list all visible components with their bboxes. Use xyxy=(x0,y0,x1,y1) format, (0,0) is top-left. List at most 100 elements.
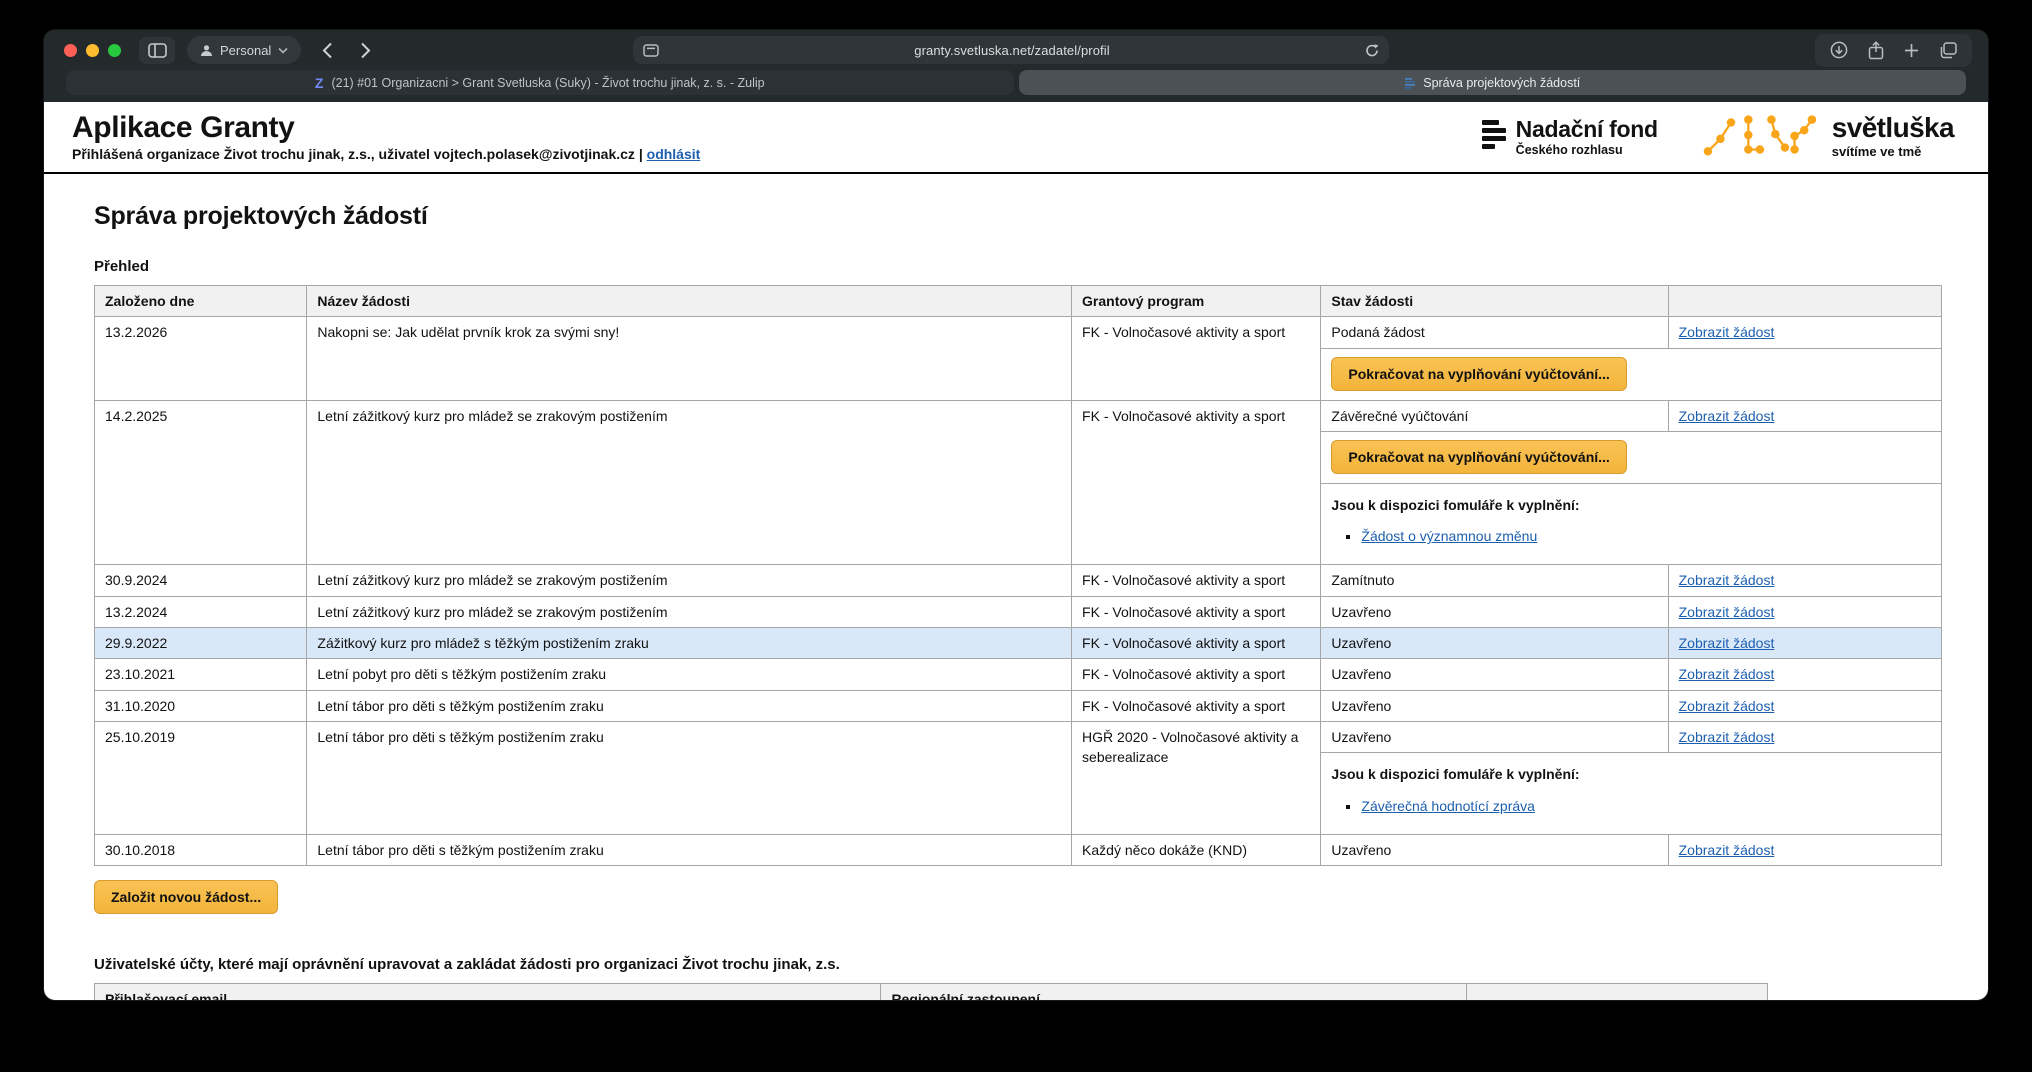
view-application-link[interactable]: Zobrazit žádost xyxy=(1679,324,1775,340)
form-list-item: Žádost o významnou změnu xyxy=(1361,526,1931,546)
application-row: 13.2.2024Letní zážitkový kurz pro mládež… xyxy=(95,596,1942,627)
continue-settlement-button[interactable]: Pokračovat na vyplňování vyúčtování... xyxy=(1331,357,1626,391)
person-icon xyxy=(200,44,213,57)
cell-program: Každý něco dokáže (KND) xyxy=(1072,834,1321,865)
cell-status: Uzavřeno xyxy=(1321,596,1668,627)
cell-program: HGŘ 2020 - Volnočasové aktivity a sebere… xyxy=(1072,721,1321,834)
share-button[interactable] xyxy=(1868,41,1884,60)
col-header-program: Grantový program xyxy=(1072,286,1321,317)
cell-actions: Zobrazit žádost xyxy=(1668,659,1941,690)
new-tab-button[interactable] xyxy=(1904,43,1919,58)
col-header-status: Stav žádosti xyxy=(1321,286,1668,317)
cell-name: Letní tábor pro děti s těžkým postižením… xyxy=(307,690,1072,721)
tab-zulip[interactable]: Z (21) #01 Organizacni > Grant Svetluska… xyxy=(66,70,1014,95)
cell-continue: Pokračovat na vyplňování vyúčtování... xyxy=(1321,348,1942,400)
back-button[interactable] xyxy=(313,36,341,64)
tabs-overview-icon xyxy=(1939,42,1957,59)
cell-forms: Jsou k dispozici fomuláře k vyplnění: Žád… xyxy=(1321,483,1942,565)
view-application-link[interactable]: Zobrazit žádost xyxy=(1679,635,1775,651)
forms-list: Závěrečná hodnotící zpráva xyxy=(1361,796,1931,816)
reload-icon xyxy=(1365,43,1379,58)
downloads-button[interactable] xyxy=(1830,41,1848,59)
applications-table-header-row: Založeno dne Název žádosti Grantový prog… xyxy=(95,286,1942,317)
site-header: Aplikace Granty Přihlášená organizace Ži… xyxy=(44,102,1988,174)
view-application-link[interactable]: Zobrazit žádost xyxy=(1679,729,1775,745)
cell-program: FK - Volnočasové aktivity a sport xyxy=(1072,565,1321,596)
close-window-button[interactable] xyxy=(64,44,77,57)
cell-date: 13.2.2026 xyxy=(95,317,307,400)
tab-overview-button[interactable] xyxy=(1939,42,1957,59)
users-table: Přihlašovací email Regionální zastoupení… xyxy=(94,983,1768,1000)
application-row: 30.9.2024Letní zážitkový kurz pro mládež… xyxy=(95,565,1942,596)
application-row: 13.2.2026Nakopni se: Jak udělat prvník k… xyxy=(95,317,1942,348)
chevron-down-icon xyxy=(278,47,288,54)
page-content: Aplikace Granty Přihlášená organizace Ži… xyxy=(44,102,1988,1000)
cell-date: 23.10.2021 xyxy=(95,659,307,690)
svetluska-logo: světluška svítíme ve tmě xyxy=(1698,110,1954,162)
application-row: 23.10.2021Letní pobyt pro děti s těžkým … xyxy=(95,659,1942,690)
profile-menu-button[interactable]: Personal xyxy=(187,36,301,64)
page-icon xyxy=(643,44,659,57)
cell-date: 14.2.2025 xyxy=(95,400,307,565)
cell-status: Podaná žádost xyxy=(1321,317,1668,348)
cell-program: FK - Volnočasové aktivity a sport xyxy=(1072,317,1321,400)
application-row: 25.10.2019Letní tábor pro děti s těžkým … xyxy=(95,721,1942,752)
minimize-window-button[interactable] xyxy=(86,44,99,57)
tab-zulip-label: (21) #01 Organizacni > Grant Svetluska (… xyxy=(331,76,764,90)
site-header-left: Aplikace Granty Přihlášená organizace Ži… xyxy=(72,111,700,162)
cell-name: Letní zážitkový kurz pro mládež se zrako… xyxy=(307,596,1072,627)
col-header-actions xyxy=(1668,286,1941,317)
view-application-link[interactable]: Zobrazit žádost xyxy=(1679,604,1775,620)
forms-available-label: Jsou k dispozici fomuláře k vyplnění: xyxy=(1331,764,1931,784)
form-link[interactable]: Žádost o významnou změnu xyxy=(1361,528,1537,544)
application-row: 30.10.2018Letní tábor pro děti s těžkým … xyxy=(95,834,1942,865)
svetluska-dots-icon xyxy=(1698,110,1816,162)
cell-continue: Pokračovat na vyplňování vyúčtování... xyxy=(1321,431,1942,483)
granty-favicon xyxy=(1404,77,1415,89)
view-application-link[interactable]: Zobrazit žádost xyxy=(1679,572,1775,588)
site-header-logos: Nadační fond Českého rozhlasu xyxy=(1482,110,1962,162)
url-text: granty.svetluska.net/zadatel/profil xyxy=(659,43,1365,58)
logout-link[interactable]: odhlásit xyxy=(647,146,701,162)
nav-buttons xyxy=(313,36,379,64)
cesky-rozhlas-bars-icon xyxy=(1482,116,1506,152)
tab-strip: Z (21) #01 Organizacni > Grant Svetluska… xyxy=(44,70,1988,102)
svetluska-text: světluška svítíme ve tmě xyxy=(1832,114,1954,159)
cell-status: Uzavřeno xyxy=(1321,690,1668,721)
address-bar[interactable]: granty.svetluska.net/zadatel/profil xyxy=(633,36,1389,64)
view-application-link[interactable]: Zobrazit žádost xyxy=(1679,666,1775,682)
forward-button[interactable] xyxy=(351,36,379,64)
nadacni-fond-text: Nadační fond Českého rozhlasu xyxy=(1516,116,1658,157)
sidebar-toggle-button[interactable] xyxy=(139,37,175,64)
forms-available-label: Jsou k dispozici fomuláře k vyplnění: xyxy=(1331,495,1931,515)
form-link[interactable]: Závěrečná hodnotící zpráva xyxy=(1361,798,1535,814)
view-application-link[interactable]: Zobrazit žádost xyxy=(1679,408,1775,424)
continue-settlement-button[interactable]: Pokračovat na vyplňování vyúčtování... xyxy=(1331,440,1626,474)
new-application-button[interactable]: Založit novou žádost... xyxy=(94,880,278,914)
view-application-link[interactable]: Zobrazit žádost xyxy=(1679,842,1775,858)
col-header-user-actions xyxy=(1467,984,1768,1000)
application-row: 31.10.2020Letní tábor pro děti s těžkým … xyxy=(95,690,1942,721)
cell-program: FK - Volnočasové aktivity a sport xyxy=(1072,659,1321,690)
col-header-email: Přihlašovací email xyxy=(95,984,881,1000)
tab-granty-active[interactable]: Správa projektových žádostí xyxy=(1019,70,1967,95)
download-icon xyxy=(1830,41,1848,59)
cell-actions: Zobrazit žádost xyxy=(1668,400,1941,431)
cell-date: 30.10.2018 xyxy=(95,834,307,865)
cell-forms: Jsou k dispozici fomuláře k vyplnění: Záv… xyxy=(1321,753,1942,835)
col-header-date: Založeno dne xyxy=(95,286,307,317)
cell-actions: Zobrazit žádost xyxy=(1668,834,1941,865)
col-header-name: Název žádosti xyxy=(307,286,1072,317)
login-info-text: Přihlášená organizace Život trochu jinak… xyxy=(72,146,643,162)
chevron-right-icon xyxy=(360,42,371,59)
cell-name: Nakopni se: Jak udělat prvník krok za sv… xyxy=(307,317,1072,400)
forms-list: Žádost o významnou změnu xyxy=(1361,526,1931,546)
view-application-link[interactable]: Zobrazit žádost xyxy=(1679,698,1775,714)
zoom-window-button[interactable] xyxy=(108,44,121,57)
cell-name: Letní zážitkový kurz pro mládež se zrako… xyxy=(307,565,1072,596)
cell-status: Uzavřeno xyxy=(1321,659,1668,690)
overview-heading: Přehled xyxy=(94,258,1942,275)
cell-actions: Zobrazit žádost xyxy=(1668,317,1941,348)
traffic-lights xyxy=(64,44,121,57)
tab-granty-label: Správa projektových žádostí xyxy=(1423,76,1580,90)
